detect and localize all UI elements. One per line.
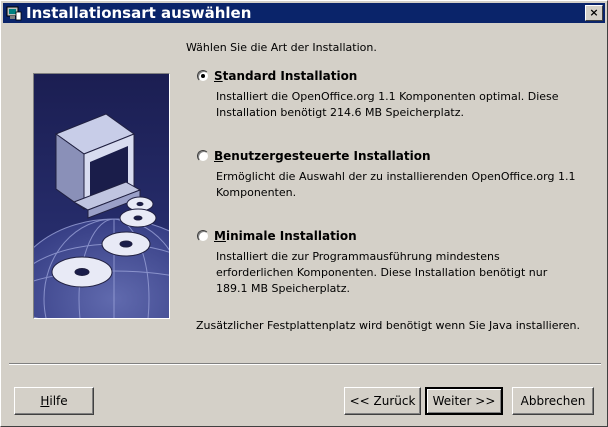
installer-dialog: Installationsart auswählen × Wählen Sie …: [0, 0, 608, 427]
help-button[interactable]: Hilfe: [14, 387, 94, 415]
next-button[interactable]: Weiter >>: [425, 387, 503, 415]
setup-app-icon: [6, 6, 22, 21]
option-standard-description: Installiert die OpenOffice.org 1.1 Kompo…: [216, 90, 559, 119]
computer-illustration-icon: [34, 74, 169, 318]
cancel-button[interactable]: Abbrechen: [512, 387, 594, 415]
standard-radio[interactable]: [197, 70, 209, 82]
custom-radio[interactable]: [197, 150, 209, 162]
title-bar[interactable]: Installationsart auswählen ×: [3, 3, 605, 23]
close-icon: ×: [589, 6, 599, 19]
option-custom-title[interactable]: Benutzergesteuerte Installation: [214, 149, 431, 163]
option-standard-title[interactable]: Standard Installation: [214, 69, 357, 83]
button-separator: [9, 363, 601, 365]
option-custom-description: Ermöglicht die Auswahl der zu installier…: [216, 170, 576, 199]
back-button[interactable]: << Zurück: [344, 387, 421, 415]
radio-selected-dot: [201, 74, 205, 78]
minimal-radio[interactable]: [197, 230, 209, 242]
java-disk-space-note: Zusätzlicher Festplattenplatz wird benöt…: [196, 319, 581, 332]
option-minimal-description: Installiert die zur Programmausführung m…: [216, 250, 548, 295]
close-button[interactable]: ×: [585, 5, 603, 21]
intro-text: Wählen Sie die Art der Installation.: [186, 41, 377, 54]
option-minimal-title[interactable]: Minimale Installation: [214, 229, 357, 243]
window-title: Installationsart auswählen: [26, 4, 252, 22]
setup-illustration: [33, 73, 170, 319]
